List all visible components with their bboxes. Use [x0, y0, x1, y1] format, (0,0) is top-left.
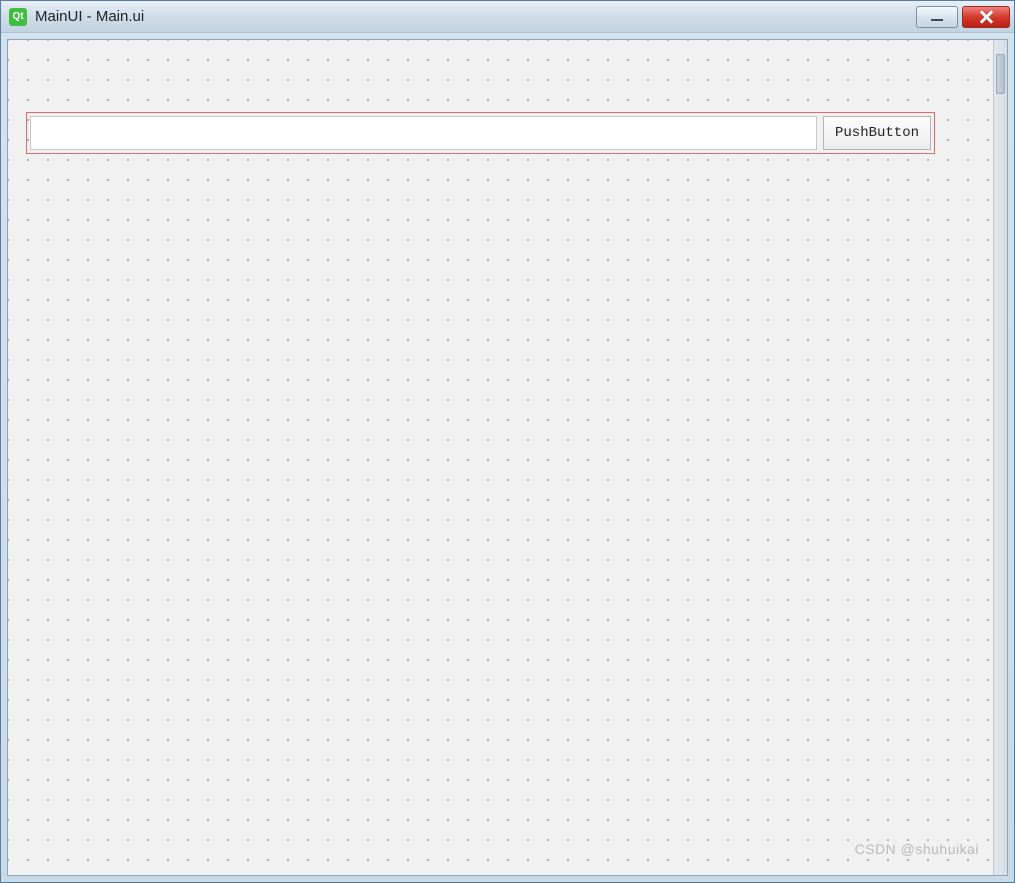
- vertical-scrollbar[interactable]: [993, 40, 1007, 875]
- close-icon: [979, 10, 993, 24]
- window-controls: [912, 6, 1010, 28]
- line-edit-input[interactable]: [30, 116, 817, 150]
- minimize-icon: [931, 18, 943, 21]
- horizontal-layout[interactable]: PushButton: [26, 112, 935, 154]
- minimize-button[interactable]: [916, 6, 958, 28]
- qt-app-icon: Qt: [9, 8, 27, 26]
- grid-dots: [8, 40, 1007, 875]
- form-designer-canvas[interactable]: PushButton CSDN @shuhuikai: [7, 39, 1008, 876]
- scroll-thumb[interactable]: [996, 54, 1005, 94]
- push-button[interactable]: PushButton: [823, 116, 931, 150]
- qt-icon-label: Qt: [12, 11, 23, 22]
- application-window: Qt MainUI - Main.ui PushButton CSDN @shu…: [0, 0, 1015, 883]
- window-title: MainUI - Main.ui: [35, 8, 912, 25]
- close-button[interactable]: [962, 6, 1010, 28]
- titlebar[interactable]: Qt MainUI - Main.ui: [1, 1, 1014, 33]
